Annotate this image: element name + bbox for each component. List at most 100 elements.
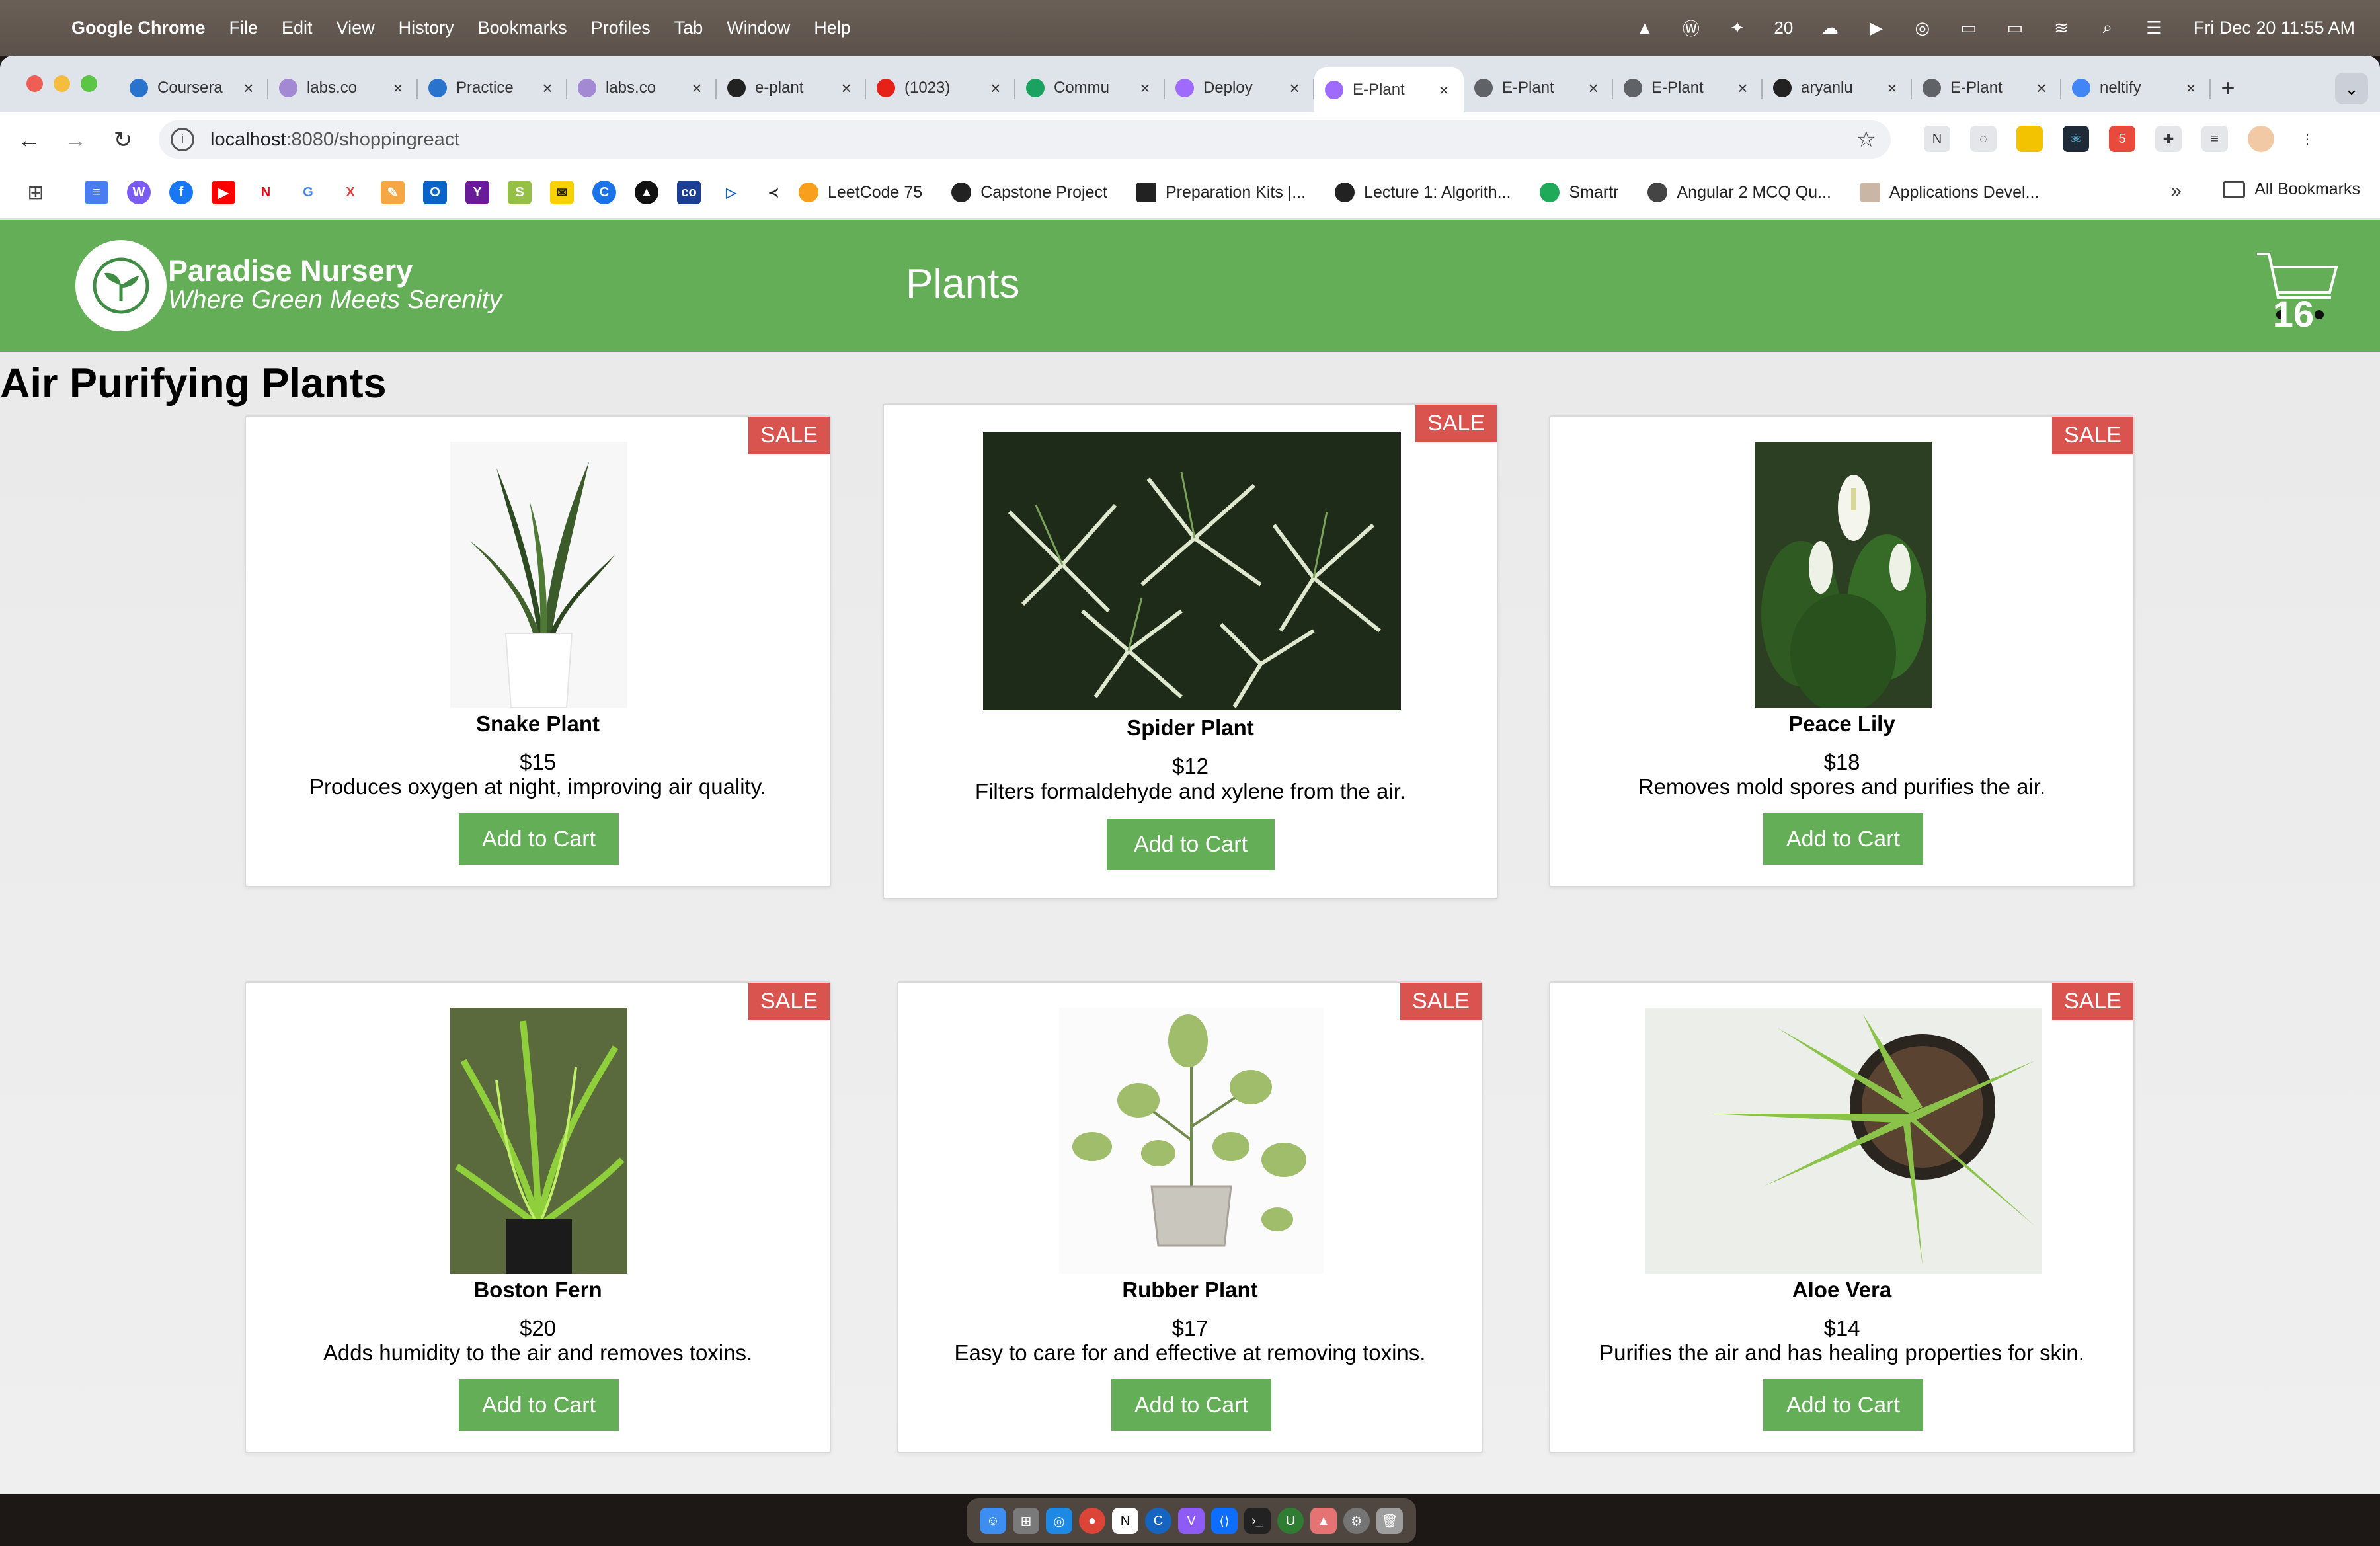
shopify-bookmark-icon[interactable]: S bbox=[508, 181, 532, 204]
address-bar[interactable]: i localhost:8080/shoppingreact ☆ bbox=[159, 120, 1891, 159]
forward-arrow-icon[interactable]: → bbox=[61, 126, 90, 155]
close-tab-icon[interactable]: × bbox=[2182, 78, 2200, 99]
zoom-window-button[interactable] bbox=[81, 75, 97, 92]
terminal-icon[interactable]: ›_ bbox=[1244, 1508, 1271, 1534]
menu-edit[interactable]: Edit bbox=[282, 18, 313, 38]
logo[interactable] bbox=[75, 240, 167, 331]
tab-search-chevron-icon[interactable]: ⌄ bbox=[2335, 73, 2368, 104]
yahoo-bookmark-icon[interactable]: Y bbox=[465, 181, 489, 204]
bookmark-lecture[interactable]: Lecture 1: Algorith... bbox=[1335, 183, 1511, 202]
menu-clock[interactable]: Fri Dec 20 11:55 AM bbox=[2194, 18, 2355, 38]
site-info-icon[interactable]: i bbox=[171, 128, 194, 151]
add-to-cart-button[interactable]: Add to Cart bbox=[1763, 813, 1923, 865]
apps-grid-icon[interactable]: ⊞ bbox=[24, 181, 48, 204]
react-devtools-icon[interactable]: ⚛ bbox=[2063, 126, 2089, 152]
outlook-bookmark-icon[interactable]: O bbox=[423, 181, 447, 204]
close-tab-icon[interactable]: × bbox=[1584, 78, 1603, 99]
media-control-icon[interactable]: ≡ bbox=[2202, 126, 2228, 152]
close-tab-icon[interactable]: × bbox=[688, 78, 706, 99]
bookmark-applications[interactable]: Applications Devel... bbox=[1860, 183, 2039, 202]
bookmark-capstone[interactable]: Capstone Project bbox=[951, 183, 1107, 202]
browser-tab[interactable]: (1023) × bbox=[866, 67, 1015, 108]
upwork-icon[interactable]: U bbox=[1277, 1508, 1304, 1534]
browser-tab[interactable]: neltify × bbox=[2061, 67, 2211, 108]
coursera-bookmark-icon[interactable]: C bbox=[592, 181, 616, 204]
browser-tab[interactable]: Deploy × bbox=[1165, 67, 1314, 108]
menu-file[interactable]: File bbox=[229, 18, 258, 38]
x-bookmark-icon[interactable]: X bbox=[338, 181, 362, 204]
menu-history[interactable]: History bbox=[399, 18, 454, 38]
bookmarks-overflow-icon[interactable]: » bbox=[2170, 180, 2182, 202]
add-to-cart-button[interactable]: Add to Cart bbox=[459, 813, 619, 865]
close-tab-icon[interactable]: × bbox=[389, 78, 407, 99]
profile-avatar-icon[interactable] bbox=[2248, 126, 2274, 152]
close-tab-icon[interactable]: × bbox=[986, 78, 1005, 99]
browser-tab[interactable]: E-Plant × bbox=[1464, 67, 1613, 108]
bookmark-preparation-kits[interactable]: Preparation Kits |... bbox=[1136, 183, 1306, 202]
reload-icon[interactable]: ↻ bbox=[108, 126, 138, 155]
calendar-icon[interactable]: 20 bbox=[1772, 18, 1796, 38]
puzzle-extensions-icon[interactable]: ✚ bbox=[2155, 126, 2182, 152]
url-text[interactable]: localhost:8080/shoppingreact bbox=[210, 129, 459, 151]
sticky-bookmark-icon[interactable]: ✉ bbox=[550, 181, 574, 204]
minimize-window-button[interactable] bbox=[54, 75, 70, 92]
add-to-cart-button[interactable]: Add to Cart bbox=[1763, 1379, 1923, 1431]
browser-tab[interactable]: labs.co × bbox=[268, 67, 418, 108]
browser-tab[interactable]: E-Plant × bbox=[1314, 67, 1464, 112]
netflix-bookmark-icon[interactable]: N bbox=[254, 181, 278, 204]
nav-plants-link[interactable]: Plants bbox=[906, 261, 1019, 307]
new-tab-icon[interactable]: + bbox=[2211, 67, 2245, 108]
w-bookmark-icon[interactable]: W bbox=[127, 181, 151, 204]
bookmark-star-icon[interactable]: ☆ bbox=[1856, 126, 1876, 153]
battery-icon[interactable]: ▭ bbox=[2003, 18, 2027, 38]
youtube-bookmark-icon[interactable]: ▶ bbox=[212, 181, 235, 204]
display-icon[interactable]: ▭ bbox=[1957, 18, 1981, 38]
folder-extension-icon[interactable] bbox=[2016, 126, 2043, 152]
browser-tab[interactable]: E-Plant × bbox=[1912, 67, 2061, 108]
close-window-button[interactable] bbox=[26, 75, 43, 92]
cart-button[interactable]: 16 bbox=[2254, 249, 2340, 335]
browser-tab[interactable]: Coursera × bbox=[119, 67, 268, 108]
close-tab-icon[interactable]: × bbox=[538, 78, 557, 99]
airdrop-icon[interactable]: ◎ bbox=[1911, 18, 1934, 38]
system-settings-icon[interactable]: ⚙ bbox=[1343, 1508, 1370, 1534]
cloud-icon[interactable]: ☁ bbox=[1818, 18, 1842, 38]
close-tab-icon[interactable]: × bbox=[1883, 78, 1901, 99]
close-tab-icon[interactable]: × bbox=[1435, 80, 1453, 101]
app-name-menu[interactable]: Google Chrome bbox=[71, 18, 206, 38]
bookmark-leetcode[interactable]: LeetCode 75 bbox=[799, 183, 922, 202]
safari-icon[interactable]: ◎ bbox=[1046, 1508, 1072, 1534]
menu-tab[interactable]: Tab bbox=[674, 18, 703, 38]
all-bookmarks-button[interactable]: All Bookmarks bbox=[2223, 180, 2360, 199]
vite-dock-icon[interactable]: V bbox=[1178, 1508, 1205, 1534]
close-tab-icon[interactable]: × bbox=[239, 78, 258, 99]
bookmark-smartr[interactable]: Smartr bbox=[1540, 183, 1618, 202]
pencil-bookmark-icon[interactable]: ✎ bbox=[381, 181, 405, 204]
browser-tab[interactable]: e-plant × bbox=[717, 67, 866, 108]
vlc-dock-icon[interactable]: ▲ bbox=[1310, 1508, 1337, 1534]
google-bookmark-icon[interactable]: G bbox=[296, 181, 320, 204]
bracket-bookmark-icon[interactable]: ≺ bbox=[762, 181, 785, 204]
co-bookmark-icon[interactable]: co bbox=[677, 181, 701, 204]
control-center-icon[interactable]: ☰ bbox=[2142, 18, 2166, 38]
vlc-icon[interactable]: ▲ bbox=[1633, 18, 1657, 38]
menu-profiles[interactable]: Profiles bbox=[591, 18, 651, 38]
launchpad-icon[interactable]: ⊞ bbox=[1013, 1508, 1039, 1534]
close-tab-icon[interactable]: × bbox=[837, 78, 855, 99]
browser-tab[interactable]: aryanlu × bbox=[1763, 67, 1912, 108]
play-icon[interactable]: ▶ bbox=[1864, 18, 1888, 38]
add-to-cart-button[interactable]: Add to Cart bbox=[1107, 819, 1275, 870]
add-to-cart-button[interactable]: Add to Cart bbox=[1111, 1379, 1271, 1431]
close-tab-icon[interactable]: × bbox=[1285, 78, 1304, 99]
browser-tab[interactable]: Practice × bbox=[418, 67, 567, 108]
wifi-icon[interactable]: ≋ bbox=[2049, 18, 2073, 38]
wordpress-icon[interactable]: Ⓦ bbox=[1679, 18, 1703, 39]
browser-tab[interactable]: Commu × bbox=[1015, 67, 1165, 108]
notion-extension-icon[interactable]: N bbox=[1924, 126, 1950, 152]
close-tab-icon[interactable]: × bbox=[2032, 78, 2051, 99]
adblock-extension-icon[interactable]: 5 bbox=[2109, 126, 2135, 152]
chrome-icon[interactable]: ● bbox=[1079, 1508, 1105, 1534]
bookmark-angular-mcq[interactable]: Angular 2 MCQ Qu... bbox=[1647, 183, 1831, 202]
close-tab-icon[interactable]: × bbox=[1136, 78, 1154, 99]
add-to-cart-button[interactable]: Add to Cart bbox=[459, 1379, 619, 1431]
